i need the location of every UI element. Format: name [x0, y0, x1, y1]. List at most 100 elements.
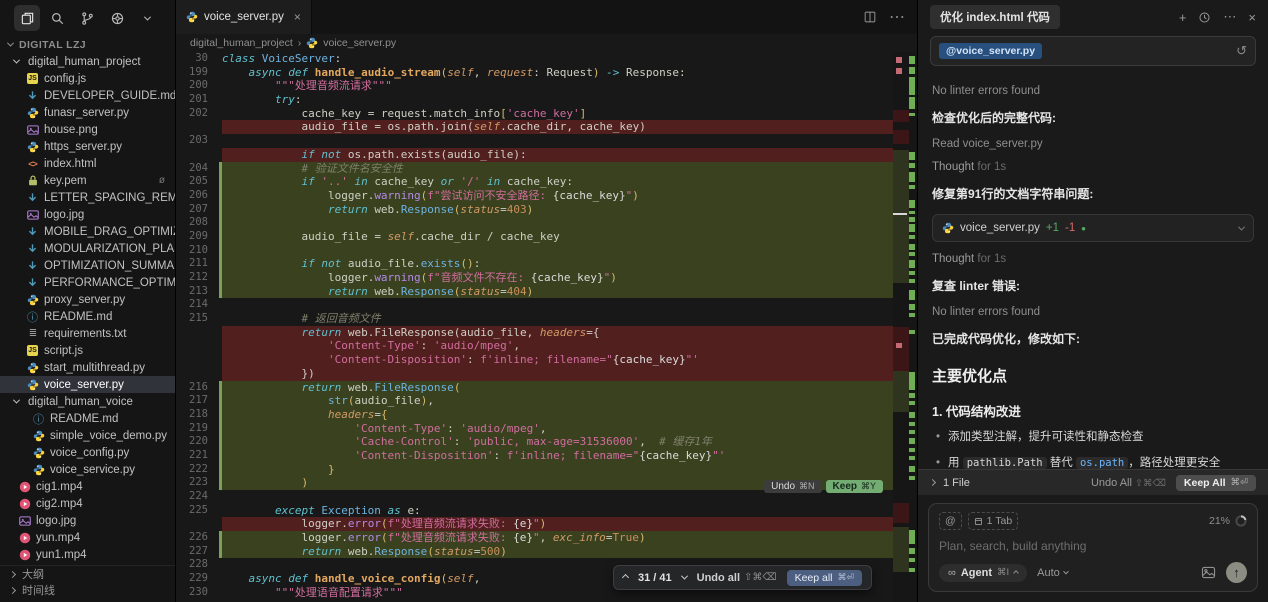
file-item-config-js[interactable]: JSconfig.js — [0, 70, 175, 87]
keep-all-files-button[interactable]: Keep All⌘⏎ — [1176, 475, 1256, 491]
file-item-mobile-drag-optimizati-[interactable]: MOBILE_DRAG_OPTIMIZATI... — [0, 223, 175, 240]
file-item-voice-service-py[interactable]: voice_service.py — [0, 461, 175, 478]
attach-image-icon[interactable] — [1201, 566, 1216, 579]
file-diff-card[interactable]: voice_server.py+1-1• — [932, 214, 1254, 242]
code-line[interactable]: 202cache_key = request.match_info['cache… — [176, 107, 917, 121]
send-button[interactable]: ↑ — [1226, 562, 1247, 583]
model-selector[interactable]: Auto — [1037, 567, 1068, 579]
expand-diff-icon[interactable] — [1238, 223, 1245, 230]
file-item-logo-jpg[interactable]: logo.jpg — [0, 206, 175, 223]
file-item-voice-server-py[interactable]: voice_server.py — [0, 376, 175, 393]
file-item-house-png[interactable]: house.png — [0, 121, 175, 138]
add-context-button[interactable]: @ — [939, 512, 962, 530]
next-change-icon[interactable] — [681, 573, 688, 580]
code-line[interactable]: return web.FileResponse(audio_file, head… — [176, 326, 917, 340]
files-count[interactable]: 1 File — [943, 477, 970, 489]
code-line[interactable]: 226logger.error(f"处理音频流请求失败: {e}", exc_i… — [176, 531, 917, 545]
composer-placeholder[interactable]: Plan, search, build anything — [939, 539, 1247, 553]
timeline-section[interactable]: 时间线 — [0, 582, 175, 598]
more-actions-icon[interactable]: ⋯ — [889, 7, 905, 27]
code-area[interactable]: 30class VoiceServer:199async def handle_… — [176, 52, 917, 602]
file-item-funasr-server-py[interactable]: funasr_server.py — [0, 104, 175, 121]
search-icon[interactable] — [44, 5, 70, 31]
code-line[interactable]: 201try: — [176, 93, 917, 107]
file-item-yun-mp4[interactable]: yun.mp4 — [0, 529, 175, 546]
code-line[interactable]: 213return web.Response(status=404) — [176, 285, 917, 299]
code-line[interactable]: 211if not audio_file.exists(): — [176, 257, 917, 271]
file-item-script-js[interactable]: JSscript.js — [0, 342, 175, 359]
expand-files-icon[interactable] — [929, 479, 936, 486]
code-line[interactable]: 222} — [176, 463, 917, 477]
file-item-index-html[interactable]: <>index.html — [0, 155, 175, 172]
code-line[interactable]: 216return web.FileResponse( — [176, 381, 917, 395]
code-line[interactable]: 225except Exception as e: — [176, 504, 917, 518]
code-line[interactable]: 215# 返回音频文件 — [176, 312, 917, 326]
code-line[interactable]: 214 — [176, 298, 917, 312]
more-icon[interactable]: ⋯ — [1223, 9, 1236, 25]
split-editor-icon[interactable] — [863, 10, 877, 24]
file-item-logo-jpg[interactable]: logo.jpg — [0, 512, 175, 529]
file-item-voice-config-py[interactable]: voice_config.py — [0, 444, 175, 461]
code-line[interactable]: 219'Content-Type': 'audio/mpeg', — [176, 422, 917, 436]
file-item-https-server-py[interactable]: https_server.py — [0, 138, 175, 155]
code-line[interactable]: 205if '..' in cache_key or '/' in cache_… — [176, 175, 917, 189]
context-file-chip[interactable]: @voice_server.py — [939, 43, 1042, 59]
undo-all-button[interactable]: Undo all ⇧⌘⌫ — [697, 572, 777, 584]
file-item-optimization-summary-[interactable]: OPTIMIZATION_SUMMARY.... — [0, 257, 175, 274]
undo-hunk-button[interactable]: Undo⌘N — [764, 480, 821, 493]
history-icon[interactable] — [1198, 11, 1211, 24]
code-line[interactable]: 208 — [176, 216, 917, 230]
file-item-key-pem[interactable]: key.pemø — [0, 172, 175, 189]
file-item-start-multithread-py[interactable]: start_multithread.py — [0, 359, 175, 376]
manage-icon[interactable] — [104, 5, 130, 31]
context-input[interactable]: @voice_server.py ↺ — [930, 36, 1256, 66]
keep-all-button[interactable]: Keep all⌘⏎ — [787, 570, 863, 586]
code-line[interactable]: 220'Cache-Control': 'public, max-age=315… — [176, 435, 917, 449]
file-item-yun1-mp4[interactable]: yun1.mp4 — [0, 546, 175, 563]
breadcrumb-folder[interactable]: digital_human_project — [190, 37, 293, 49]
chat-tab-title[interactable]: 优化 index.html 代码 — [930, 5, 1060, 29]
close-panel-icon[interactable]: × — [1248, 10, 1256, 25]
code-line[interactable]: 200"""处理音频流请求""" — [176, 79, 917, 93]
tab-context-chip[interactable]: 1 Tab — [968, 512, 1019, 530]
code-line[interactable]: 'Content-Type': 'audio/mpeg', — [176, 339, 917, 353]
breadcrumb-file[interactable]: voice_server.py — [323, 37, 396, 49]
prev-change-icon[interactable] — [622, 574, 629, 581]
file-item-requirements-txt[interactable]: ≣requirements.txt — [0, 325, 175, 342]
keep-hunk-button[interactable]: Keep⌘Y — [826, 480, 883, 493]
file-item-performance-optimiza-[interactable]: PERFORMANCE_OPTIMIZA... — [0, 274, 175, 291]
code-line[interactable]: 210 — [176, 244, 917, 258]
revert-icon[interactable]: ↺ — [1236, 43, 1247, 59]
code-line[interactable]: 227return web.Response(status=500) — [176, 545, 917, 559]
code-line[interactable]: 209audio_file = self.cache_dir / cache_k… — [176, 230, 917, 244]
code-line[interactable]: 221'Content-Disposition': f'inline; file… — [176, 449, 917, 463]
file-item-readme-md[interactable]: ⓘREADME.md — [0, 308, 175, 325]
file-item-cig1-mp4[interactable]: cig1.mp4 — [0, 478, 175, 495]
file-item-readme-md[interactable]: ⓘREADME.md — [0, 410, 175, 427]
workspace-header[interactable]: DIGITAL LZJ — [0, 36, 175, 53]
folder-item-digital-human-voice[interactable]: digital_human_voice — [0, 393, 175, 410]
code-line[interactable]: 'Content-Disposition': f'inline; filenam… — [176, 353, 917, 367]
file-item-modularization-plan-md[interactable]: MODULARIZATION_PLAN.md — [0, 240, 175, 257]
code-line[interactable]: 217str(audio_file), — [176, 394, 917, 408]
code-line[interactable]: 218headers={ — [176, 408, 917, 422]
code-line[interactable]: 212logger.warning(f"音频文件不存在: {cache_key}… — [176, 271, 917, 285]
source-control-icon[interactable] — [74, 5, 100, 31]
close-tab-icon[interactable]: × — [294, 10, 301, 24]
code-line[interactable]: 203 — [176, 134, 917, 148]
folder-item-digital-human-project[interactable]: digital_human_project — [0, 53, 175, 70]
files-icon[interactable] — [14, 5, 40, 31]
agent-mode-selector[interactable]: ∞ Agent ⌘I — [939, 564, 1027, 582]
breadcrumb[interactable]: digital_human_project › voice_server.py — [176, 34, 917, 52]
code-line[interactable]: 206logger.warning(f"尝试访问不安全路径: {cache_ke… — [176, 189, 917, 203]
outline-section[interactable]: 大纲 — [0, 566, 175, 582]
new-chat-icon[interactable]: + — [1179, 10, 1187, 25]
chat-composer[interactable]: @ 1 Tab 21% Plan, search, build anything… — [928, 503, 1258, 592]
file-item-letter-spacing-remov-[interactable]: LETTER_SPACING_REMOV... — [0, 189, 175, 206]
code-line[interactable]: if not os.path.exists(audio_file): — [176, 148, 917, 162]
code-line[interactable]: 207return web.Response(status=403) — [176, 203, 917, 217]
code-line[interactable]: 199async def handle_audio_stream(self, r… — [176, 66, 917, 80]
file-item-developer-guide-md[interactable]: DEVELOPER_GUIDE.md — [0, 87, 175, 104]
overview-ruler[interactable] — [893, 52, 917, 602]
chevron-down-icon[interactable] — [134, 5, 160, 31]
